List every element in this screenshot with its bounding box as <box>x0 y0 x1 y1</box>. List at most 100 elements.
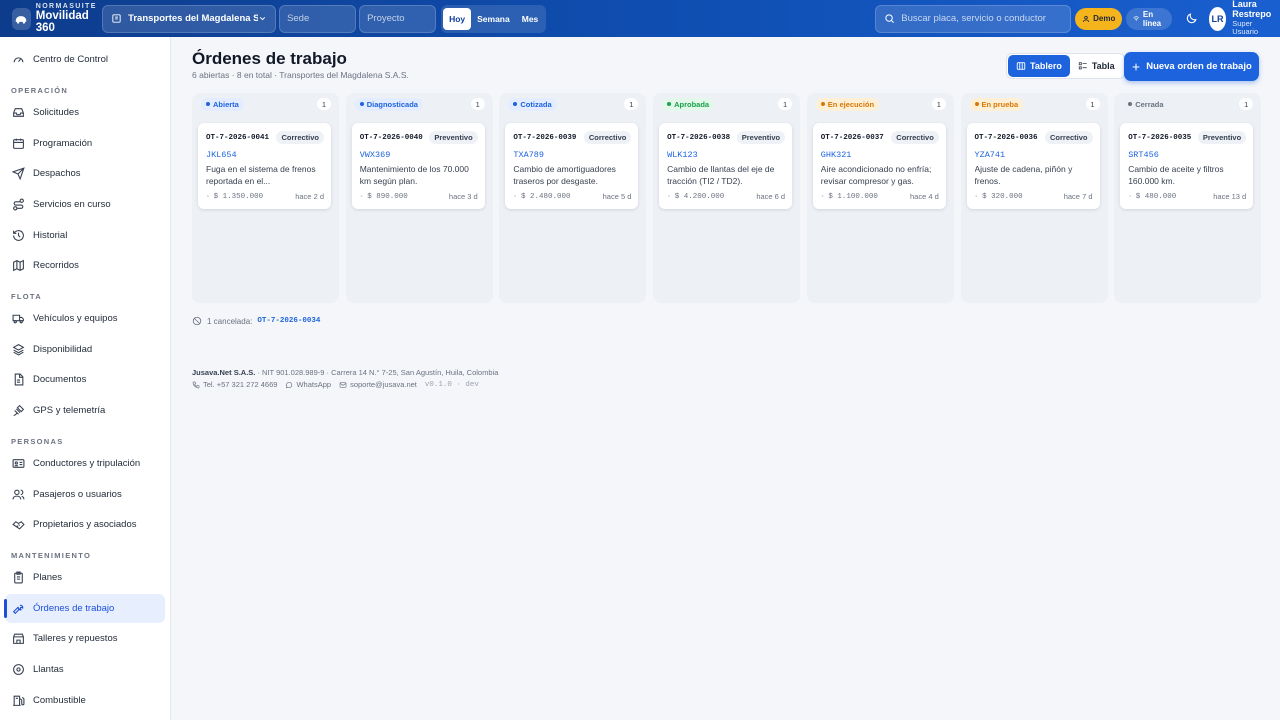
order-description: Cambio de llantas del eje de tracción (T… <box>667 164 775 186</box>
sidebar-item-combustible[interactable]: Combustible <box>5 686 165 715</box>
order-description: Cambio de aceite y filtros 160.000 km. <box>1128 164 1224 186</box>
layers-icon <box>12 344 25 356</box>
coin-icon: ◦ <box>359 192 364 200</box>
history-icon <box>13 230 24 241</box>
vehicle-plate[interactable]: YZA741 <box>975 150 1093 160</box>
wifi-icon <box>1133 16 1140 22</box>
sidebar-item-documentos[interactable]: Documentos <box>5 365 165 394</box>
vehicle-plate[interactable]: TXA789 <box>513 150 631 160</box>
column-count: 1 <box>624 98 639 110</box>
sidebar-item-conductores[interactable]: Conductores y tripulación <box>5 449 165 478</box>
order-description: Cambio de amortiguadores traseros por de… <box>513 164 616 186</box>
order-code: OT-7-2026-0041 <box>206 133 270 142</box>
section-mantenimiento: MANTENIMIENTO <box>11 551 92 560</box>
sidebar-item-solicitudes[interactable]: Solicitudes <box>5 98 165 127</box>
new-order-label: Nueva orden de trabajo <box>1146 61 1252 72</box>
sidebar-item-llantas[interactable]: Llantas <box>5 655 165 684</box>
work-order-card[interactable]: OT-7-2026-0039 Correctivo TXA789 Cambio de … <box>505 123 639 209</box>
brand-logo[interactable]: NORMASUITE Movilidad 360 <box>0 3 100 34</box>
sidebar-item-label: Pasajeros o usuarios <box>33 489 122 500</box>
order-type-badge: Preventivo <box>1197 131 1247 144</box>
section-operacion: OPERACIÓN <box>11 86 69 95</box>
order-code: OT-7-2026-0039 <box>513 133 577 142</box>
vehicle-plate[interactable]: VWX369 <box>360 150 478 160</box>
sidebar-item-recorridos[interactable]: Recorridos <box>5 251 165 280</box>
sidebar-item-despachos[interactable]: Despachos <box>5 159 165 188</box>
company-name: Transportes del Magdalena S.A... <box>128 13 259 24</box>
vehicle-plate[interactable]: GHK321 <box>821 150 939 160</box>
board-view-button[interactable]: Tablero <box>1008 55 1070 77</box>
footer-phone[interactable]: Tel. +57 321 272 4669 <box>192 379 277 391</box>
user-name: Laura Restrepo <box>1232 0 1272 20</box>
sidebar-item-programacion[interactable]: Programación <box>5 129 165 158</box>
work-order-card[interactable]: OT-7-2026-0038 Preventivo WLK123 Cambio de … <box>659 123 793 209</box>
work-order-card[interactable]: OT-7-2026-0035 Preventivo SRT456 Cambio de … <box>1120 123 1254 209</box>
document-icon <box>14 373 24 386</box>
work-order-card[interactable]: OT-7-2026-0041 Correctivo JKL654 Fuga en el… <box>198 123 331 209</box>
online-status-badge[interactable]: En línea <box>1126 7 1173 30</box>
sidebar-item-label: Servicios en curso <box>33 199 111 210</box>
order-type-badge: Correctivo <box>583 131 632 144</box>
plus-icon <box>1132 63 1140 70</box>
proyecto-field[interactable] <box>359 4 437 33</box>
sidebar-item-label: Centro de Control <box>33 54 108 65</box>
column-count: 1 <box>778 98 793 110</box>
search-input[interactable] <box>901 13 1063 24</box>
cancelled-summary: 1 cancelada: OT-7-2026-0034 <box>192 316 320 326</box>
sidebar-item-planes[interactable]: Planes <box>5 563 165 592</box>
footer-whatsapp[interactable]: WhatsApp <box>285 379 331 391</box>
vehicle-plate[interactable]: SRT456 <box>1128 150 1246 160</box>
user-menu[interactable]: LR Laura Restrepo Super Usuario <box>1208 0 1280 36</box>
wrench-icon <box>12 604 24 615</box>
calendar-icon <box>13 138 24 149</box>
work-order-card[interactable]: OT-7-2026-0040 Preventivo VWX369 Mantenimie… <box>351 123 485 209</box>
vehicle-plate[interactable]: WLK123 <box>667 150 785 160</box>
footer-email[interactable]: soporte@jusava.net <box>339 379 417 391</box>
vehicle-plate[interactable]: JKL654 <box>206 150 324 160</box>
sidebar-item-pasajeros[interactable]: Pasajeros o usuarios <box>5 480 165 509</box>
handshake-icon <box>12 521 25 530</box>
order-cost-value: $ 480.000 <box>1135 192 1177 201</box>
work-order-card[interactable]: OT-7-2026-0037 Correctivo GHK321 Aire acond… <box>812 123 946 209</box>
status-dot-icon <box>206 102 210 106</box>
cancelled-order-link[interactable]: OT-7-2026-0034 <box>257 317 320 325</box>
sidebar-item-talleres[interactable]: Talleres y repuestos <box>5 624 165 653</box>
chevron-down-icon <box>259 17 266 21</box>
table-view-button[interactable]: Tabla <box>1070 55 1123 77</box>
clipboard-icon <box>14 571 23 584</box>
period-semana-button[interactable]: Semana <box>471 8 516 30</box>
sidebar-item-servicios[interactable]: Servicios en curso <box>5 190 165 219</box>
sidebar-item-vehiculos[interactable]: Vehículos y equipos <box>5 304 165 333</box>
column-count: 1 <box>931 98 946 110</box>
sidebar-item-ordenes[interactable]: Órdenes de trabajo <box>4 594 165 623</box>
column-count: 1 <box>1085 98 1100 110</box>
chat-icon <box>286 382 293 389</box>
sidebar-item-historial[interactable]: Historial <box>5 221 165 250</box>
company-selector[interactable]: Transportes del Magdalena S.A... <box>102 4 277 33</box>
column-count: 1 <box>317 98 331 110</box>
sidebar-item-gps[interactable]: GPS y telemetría <box>5 396 165 425</box>
sede-field[interactable] <box>279 4 357 33</box>
coin-icon: ◦ <box>1128 192 1132 200</box>
order-description: Mantenimiento de los 70.000 km según pla… <box>359 164 469 186</box>
period-mes-button[interactable]: Mes <box>516 8 545 30</box>
order-type-badge: Correctivo <box>1044 131 1093 144</box>
sidebar-item-disponibilidad[interactable]: Disponibilidad <box>5 335 165 364</box>
coin-icon: ◦ <box>513 192 517 200</box>
demo-badge[interactable]: Demo <box>1075 7 1123 30</box>
status-dot-icon <box>513 102 518 106</box>
theme-toggle-button[interactable] <box>1184 9 1199 29</box>
order-cost-value: $ 320.000 <box>982 192 1023 201</box>
work-order-card[interactable]: OT-7-2026-0036 Correctivo YZA741 Ajuste de … <box>966 123 1100 209</box>
order-code: OT-7-2026-0036 <box>974 133 1038 142</box>
sidebar-item-centro-control[interactable]: Centro de Control <box>5 45 165 74</box>
order-cost: ◦ $ 890.000 <box>360 193 408 201</box>
column-status-label: Aprobada <box>674 99 710 109</box>
sidebar-item-propietarios[interactable]: Propietarios y asociados <box>5 510 165 539</box>
coin-icon: ◦ <box>667 192 671 200</box>
sidebar-item-label: Vehículos y equipos <box>33 313 118 324</box>
status-dot-icon <box>974 102 979 106</box>
period-hoy-button[interactable]: Hoy <box>443 7 472 30</box>
sidebar: Centro de Control OPERACIÓN Solicitudes … <box>0 37 171 720</box>
new-order-button[interactable]: Nueva orden de trabajo <box>1124 52 1259 81</box>
